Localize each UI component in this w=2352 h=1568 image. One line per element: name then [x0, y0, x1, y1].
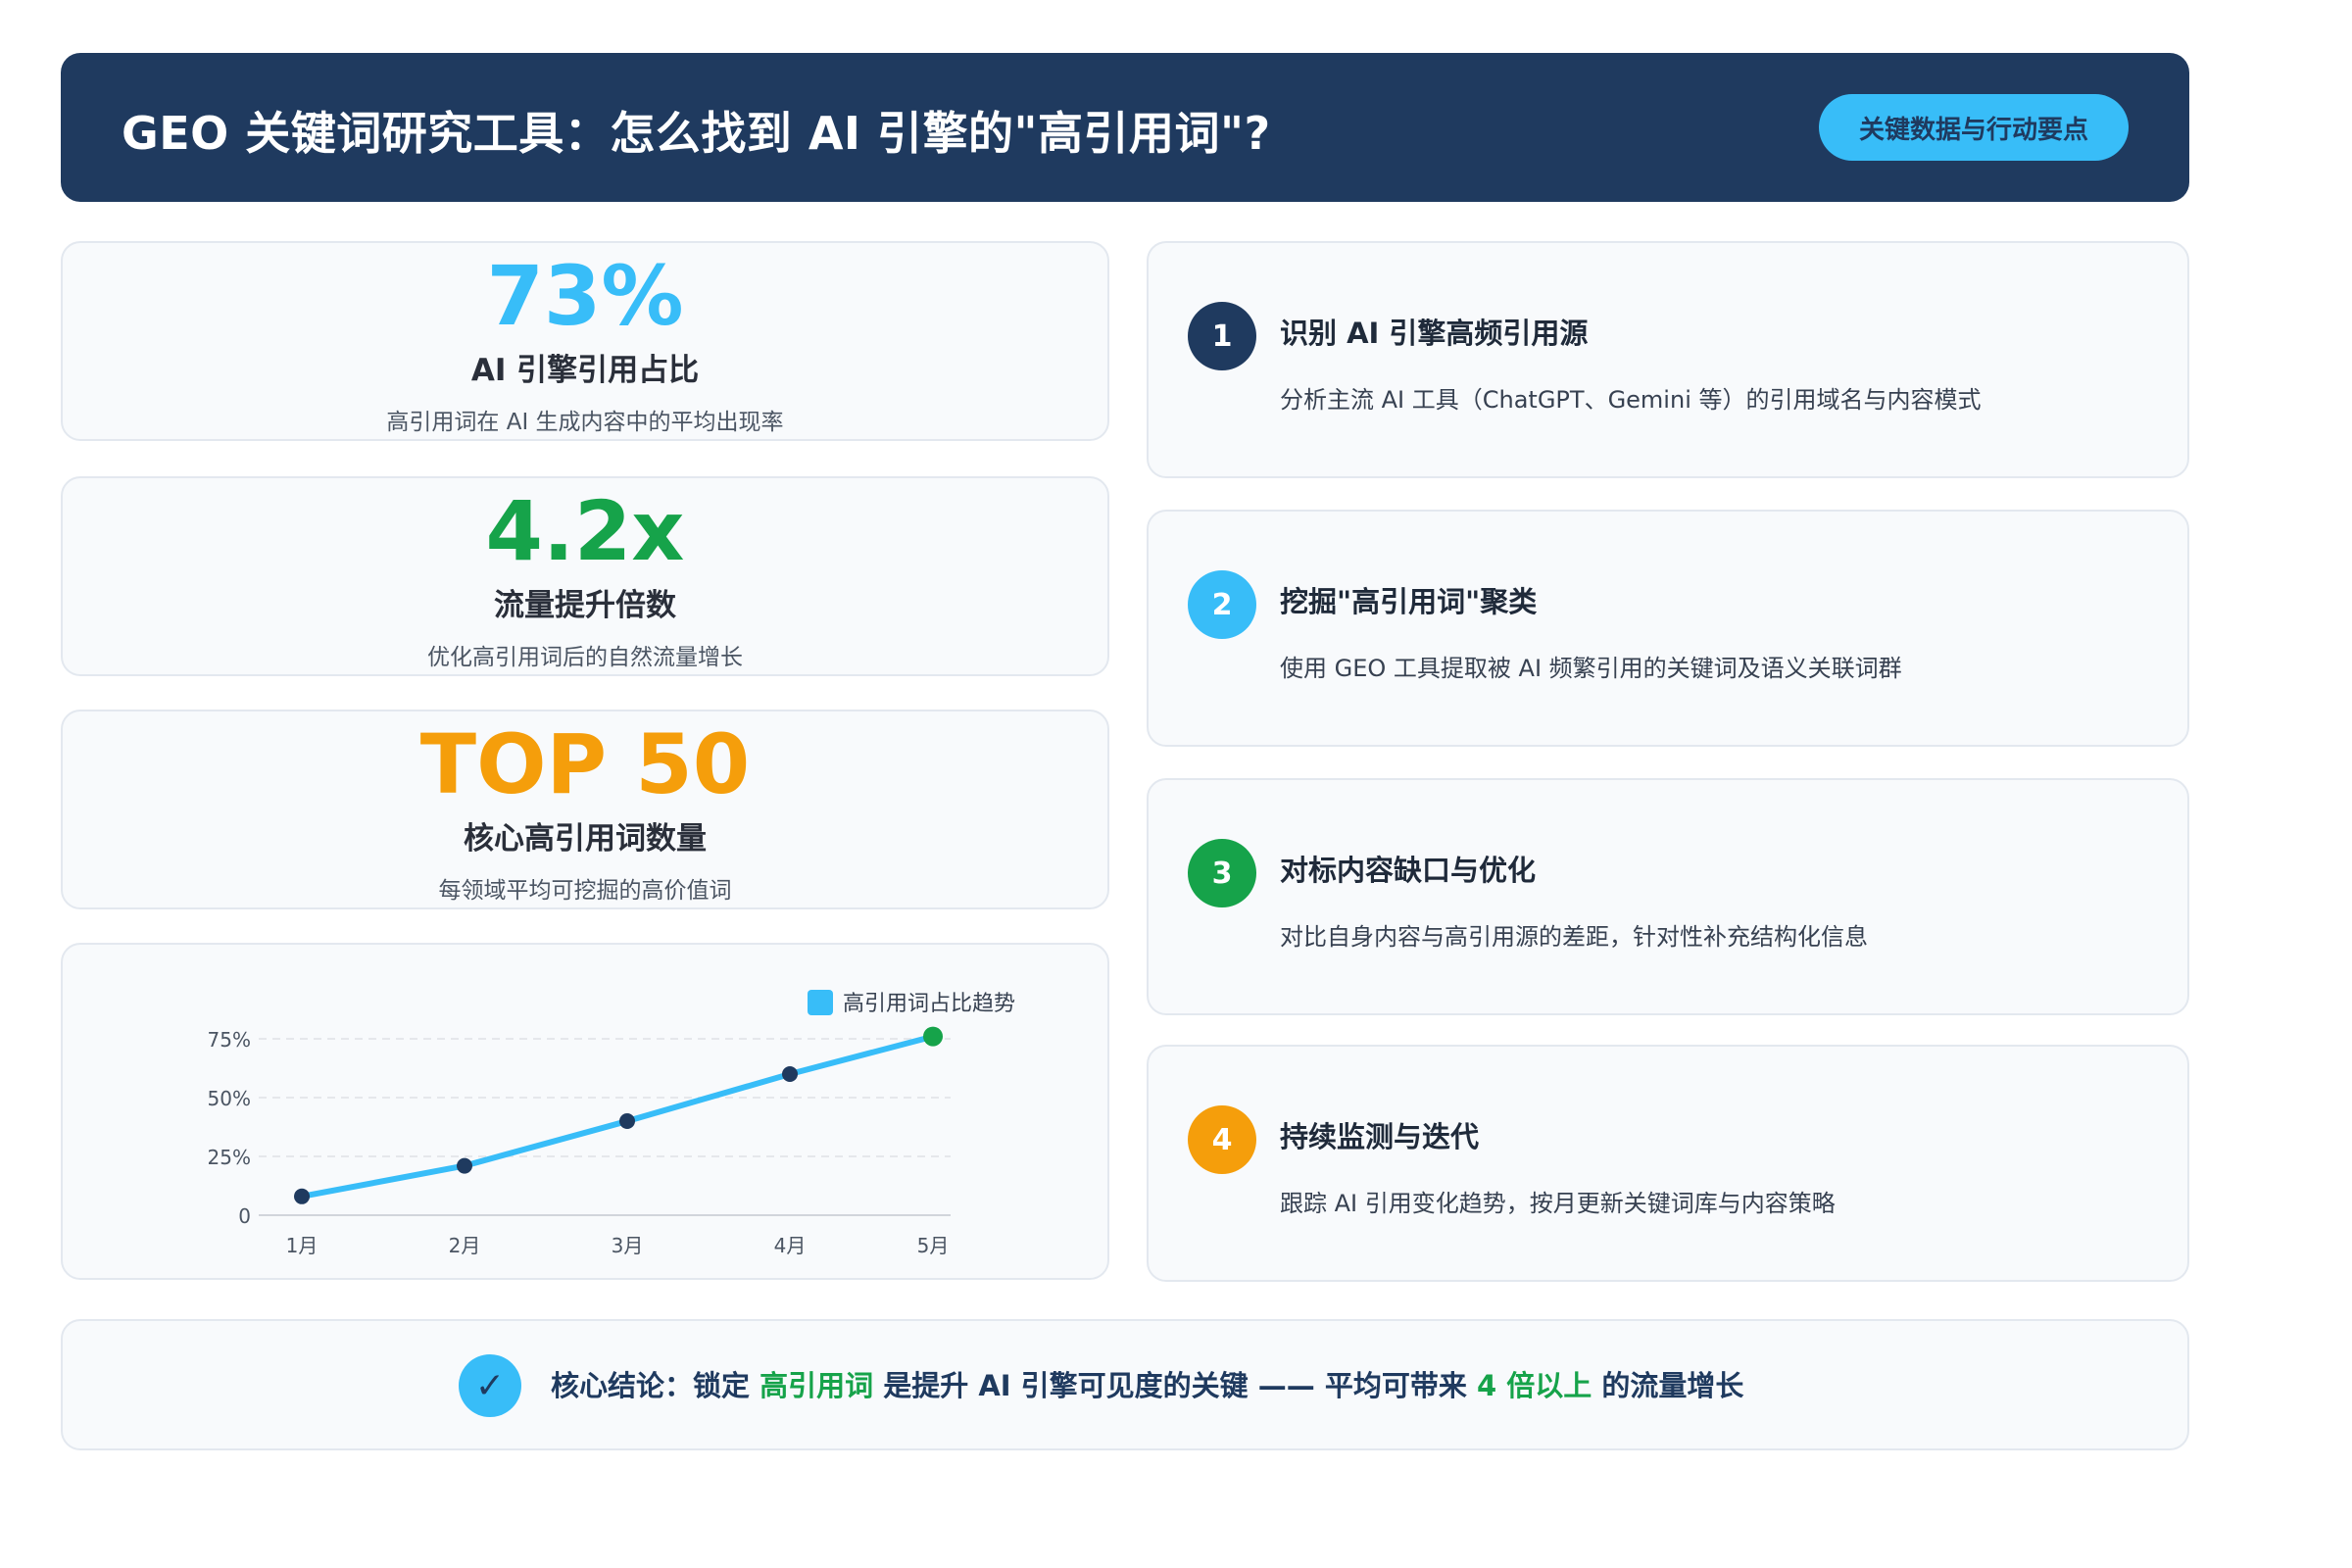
- conclusion-part: 核心结论：锁定: [551, 1369, 760, 1402]
- key-points-badge: 关键数据与行动要点: [1819, 94, 2129, 161]
- step-title: 持续监测与迭代: [1280, 1120, 1480, 1153]
- conclusion-highlight-multiplier: 4 倍以上: [1476, 1369, 1592, 1402]
- trend-chart-card: 0 25% 50% 75% 1月 2月 3月 4月 5月 高引用词占比趋势: [61, 943, 1109, 1280]
- stat-card-top-keywords: TOP 50 核心高引用词数量 每领域平均可挖掘的高价值词: [61, 710, 1109, 909]
- conclusion-part: 是提升 AI 引擎可见度的关键 —— 平均可带来: [873, 1369, 1477, 1402]
- page-title: GEO 关键词研究工具：怎么找到 AI 引擎的"高引用词"?: [122, 107, 1271, 160]
- series-line: [299, 1033, 936, 1200]
- stat-label: AI 引擎引用占比: [470, 353, 700, 388]
- x-tick-label: 5月: [917, 1234, 950, 1257]
- stat-card-citation-share: 73% AI 引擎引用占比 高引用词在 AI 生成内容中的平均出现率: [61, 241, 1109, 441]
- data-point: [782, 1066, 798, 1082]
- conclusion-text: 核心结论：锁定 高引用词 是提升 AI 引擎可见度的关键 —— 平均可带来 4 …: [551, 1364, 1743, 1407]
- stat-label: 流量提升倍数: [494, 588, 676, 623]
- conclusion-banner: ✓ 核心结论：锁定 高引用词 是提升 AI 引擎可见度的关键 —— 平均可带来 …: [61, 1319, 2189, 1450]
- stat-description: 优化高引用词后的自然流量增长: [427, 645, 743, 670]
- x-tick-label: 2月: [449, 1234, 481, 1257]
- stat-card-traffic-multiplier: 4.2x 流量提升倍数 优化高引用词后的自然流量增长: [61, 476, 1109, 676]
- step-number-badge: 4: [1188, 1105, 1256, 1174]
- conclusion-part: 的流量增长: [1592, 1369, 1744, 1402]
- stat-description: 每领域平均可挖掘的高价值词: [438, 878, 732, 904]
- legend-label: 高引用词占比趋势: [843, 992, 1015, 1016]
- x-tick-label: 1月: [286, 1234, 318, 1257]
- legend-swatch: [808, 990, 833, 1015]
- step-number-badge: 1: [1188, 302, 1256, 370]
- step-description: 跟踪 AI 引用变化趋势，按月更新关键词库与内容策略: [1280, 1190, 1836, 1217]
- step-description: 分析主流 AI 工具（ChatGPT、Gemini 等）的引用域名与内容模式: [1280, 386, 1982, 414]
- data-point: [619, 1113, 635, 1129]
- data-point: [457, 1157, 472, 1174]
- check-icon: ✓: [459, 1354, 521, 1417]
- x-tick-label: 3月: [612, 1234, 644, 1257]
- step-card-4: 4 持续监测与迭代 跟踪 AI 引用变化趋势，按月更新关键词库与内容策略: [1147, 1045, 2189, 1282]
- stat-value: TOP 50: [419, 716, 751, 812]
- x-tick-label: 4月: [774, 1234, 807, 1257]
- y-tick-label: 0: [238, 1204, 251, 1228]
- step-description: 使用 GEO 工具提取被 AI 频繁引用的关键词及语义关联词群: [1280, 655, 1902, 682]
- y-tick-label: 75%: [208, 1028, 251, 1052]
- step-card-3: 3 对标内容缺口与优化 对比自身内容与高引用源的差距，针对性补充结构化信息: [1147, 778, 2189, 1015]
- step-title: 对标内容缺口与优化: [1280, 854, 1537, 887]
- step-title: 挖掘"高引用词"聚类: [1280, 585, 1538, 618]
- step-card-1: 1 识别 AI 引擎高频引用源 分析主流 AI 工具（ChatGPT、Gemin…: [1147, 241, 2189, 478]
- step-title: 识别 AI 引擎高频引用源: [1280, 317, 1589, 350]
- stat-description: 高引用词在 AI 生成内容中的平均出现率: [386, 410, 784, 435]
- step-card-2: 2 挖掘"高引用词"聚类 使用 GEO 工具提取被 AI 频繁引用的关键词及语义…: [1147, 510, 2189, 747]
- data-point: [923, 1026, 943, 1047]
- y-tick-label: 50%: [208, 1087, 251, 1110]
- header-banner: GEO 关键词研究工具：怎么找到 AI 引擎的"高引用词"? 关键数据与行动要点: [61, 53, 2189, 202]
- step-number-badge: 3: [1188, 839, 1256, 907]
- conclusion-highlight-keyword: 高引用词: [760, 1369, 874, 1402]
- trend-line-chart: 0 25% 50% 75% 1月 2月 3月 4月 5月 高引用词占比趋势: [208, 990, 1015, 1257]
- stat-value: 73%: [486, 248, 684, 344]
- stat-value: 4.2x: [485, 483, 685, 579]
- step-number-badge: 2: [1188, 570, 1256, 639]
- stat-label: 核心高引用词数量: [464, 821, 707, 857]
- data-point: [294, 1188, 310, 1204]
- y-tick-label: 25%: [208, 1146, 251, 1169]
- step-description: 对比自身内容与高引用源的差距，针对性补充结构化信息: [1280, 923, 1868, 951]
